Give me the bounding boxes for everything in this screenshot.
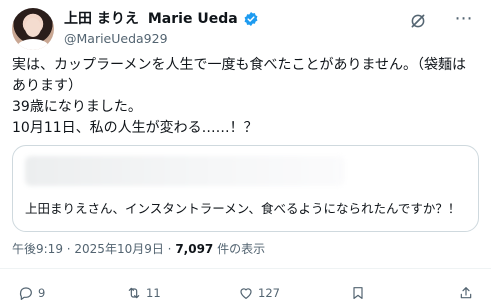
share-icon — [460, 287, 472, 299]
verified-badge-icon[interactable] — [243, 11, 259, 27]
post-time[interactable]: 午後9:19 — [12, 242, 63, 256]
bookmark-button[interactable] — [350, 284, 366, 302]
action-bar: 9 11 127 — [0, 268, 491, 303]
like-button[interactable]: 127 — [238, 284, 280, 302]
reply-icon — [19, 287, 32, 300]
avatar-face — [25, 18, 41, 37]
tweet: 上田 まりえ Marie Ueda @MarieUeda929 ⋯ 実は、カップ… — [0, 0, 491, 303]
repost-count: 11 — [146, 286, 161, 300]
tweet-meta: 午後9:19 · 2025年10月9日 · 7,097 件の表示 — [12, 241, 265, 257]
tweet-line: 実は、カップラーメンを人生で一度も食べたことがありません。（袋麺は — [12, 57, 467, 73]
view-count: 7,097 — [175, 242, 214, 256]
meta-separator: · — [62, 242, 75, 256]
display-name-ja[interactable]: 上田 まりえ — [64, 10, 139, 28]
avatar-shirt — [17, 39, 49, 50]
view-label: 件の表示 — [213, 242, 266, 256]
grok-icon[interactable] — [409, 12, 427, 30]
tweet-line: 10月11日、私の人生が変わる……！？ — [12, 120, 258, 136]
like-count: 127 — [258, 286, 280, 300]
display-name-en[interactable]: Marie Ueda — [148, 10, 238, 28]
author-name[interactable]: 上田 まりえ Marie Ueda — [64, 10, 259, 28]
reply-button[interactable]: 9 — [18, 284, 45, 302]
blurred-content — [25, 156, 345, 186]
quoted-card[interactable]: 上田まりえさん、インスタントラーメン、食べるようになられたんですか？！ — [12, 145, 479, 232]
avatar[interactable] — [12, 8, 54, 50]
repost-icon — [128, 287, 140, 299]
repost-button[interactable]: 11 — [126, 284, 161, 302]
more-options-icon[interactable]: ⋯ — [452, 10, 476, 30]
post-date[interactable]: 2025年10月9日 — [74, 242, 163, 256]
author-handle[interactable]: @MarieUeda929 — [64, 31, 168, 47]
card-text: 上田まりえさん、インスタントラーメン、食べるようになられたんですか？！ — [25, 201, 461, 216]
meta-separator: · — [163, 242, 176, 256]
bookmark-icon — [353, 287, 363, 299]
tweet-text: 実は、カップラーメンを人生で一度も食べたことがありません。（袋麺は あります） … — [12, 55, 482, 139]
reply-count: 9 — [38, 286, 46, 300]
heart-icon — [240, 288, 252, 299]
tweet-line: あります） — [12, 78, 82, 94]
tweet-line: 39歳になりました。 — [12, 99, 142, 115]
share-button[interactable] — [458, 284, 474, 302]
